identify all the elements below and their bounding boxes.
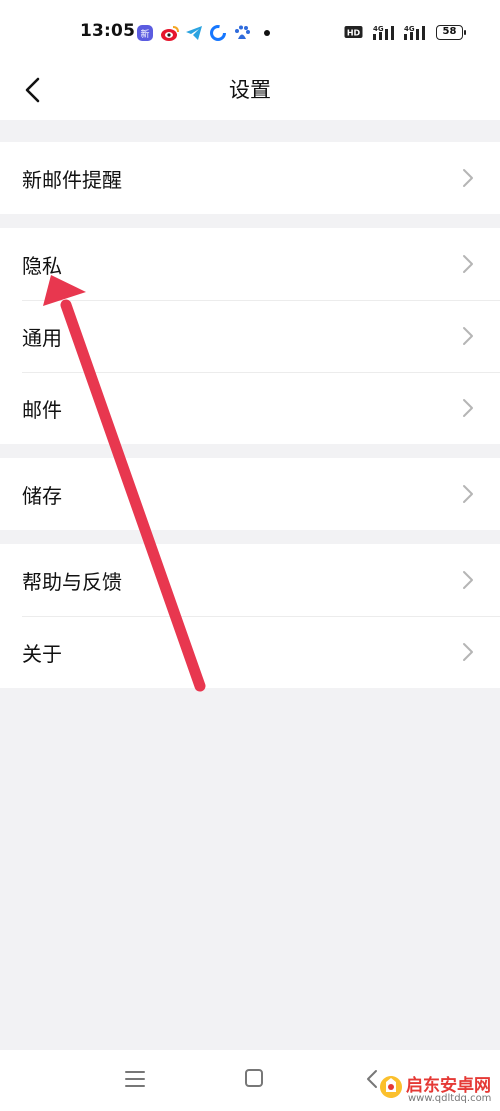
- chevron-right-icon: [463, 169, 473, 187]
- chevron-right-icon: [463, 485, 473, 503]
- signal-icon-2: 4G: [403, 24, 429, 46]
- settings-group-general: 隐私 通用 邮件: [0, 228, 500, 444]
- settings-group-notifications: 新邮件提醒: [0, 142, 500, 214]
- settings-item-new-mail-alert[interactable]: 新邮件提醒: [0, 142, 500, 214]
- svg-text:4G: 4G: [404, 25, 415, 33]
- signal-icon-1: 4G: [372, 24, 398, 46]
- weibo-icon: [160, 24, 180, 46]
- settings-item-label: 储存: [22, 484, 62, 508]
- chevron-right-icon: [463, 327, 473, 345]
- settings-item-label: 邮件: [22, 398, 62, 422]
- svg-text:HD: HD: [347, 29, 361, 38]
- baidu-icon: [233, 24, 251, 46]
- chevron-right-icon: [463, 571, 473, 589]
- settings-item-label: 隐私: [22, 254, 62, 278]
- watermark-url: www.qdltdq.com: [408, 1093, 492, 1104]
- chevron-right-icon: [463, 399, 473, 417]
- hd-icon: HD: [344, 24, 366, 44]
- battery-indicator: 58: [436, 25, 466, 40]
- settings-item-label: 新邮件提醒: [22, 168, 122, 192]
- settings-item-help-feedback[interactable]: 帮助与反馈: [0, 544, 500, 616]
- app-icon: 新: [136, 24, 154, 46]
- watermark: 启东安卓网 www.qdltdq.com: [372, 1068, 500, 1111]
- status-time: 13:05: [80, 21, 136, 41]
- settings-item-general[interactable]: 通用: [0, 300, 500, 372]
- browser-icon: [209, 24, 227, 46]
- settings-item-label: 关于: [22, 642, 62, 666]
- telegram-icon: [185, 24, 203, 46]
- svg-text:4G: 4G: [373, 25, 384, 33]
- menu-icon[interactable]: [124, 1070, 146, 1088]
- status-bar: 13:05 新 HD 4G 4G 58: [0, 0, 500, 60]
- settings-item-label: 帮助与反馈: [22, 570, 122, 594]
- settings-item-about[interactable]: 关于: [0, 616, 500, 688]
- settings-group-support: 帮助与反馈 关于: [0, 544, 500, 688]
- nav-header: 设置: [0, 60, 500, 120]
- settings-item-storage[interactable]: 储存: [0, 458, 500, 530]
- more-notifications-dot: [264, 30, 270, 36]
- settings-item-mail[interactable]: 邮件: [0, 372, 500, 444]
- svg-text:新: 新: [140, 28, 149, 40]
- page-title: 设置: [229, 78, 271, 102]
- watermark-logo-icon: [380, 1076, 402, 1098]
- home-button-icon[interactable]: [245, 1069, 263, 1087]
- chevron-right-icon: [463, 643, 473, 661]
- settings-item-privacy[interactable]: 隐私: [0, 228, 500, 300]
- settings-item-label: 通用: [22, 326, 62, 350]
- settings-group-storage: 储存: [0, 458, 500, 530]
- chevron-right-icon: [463, 255, 473, 273]
